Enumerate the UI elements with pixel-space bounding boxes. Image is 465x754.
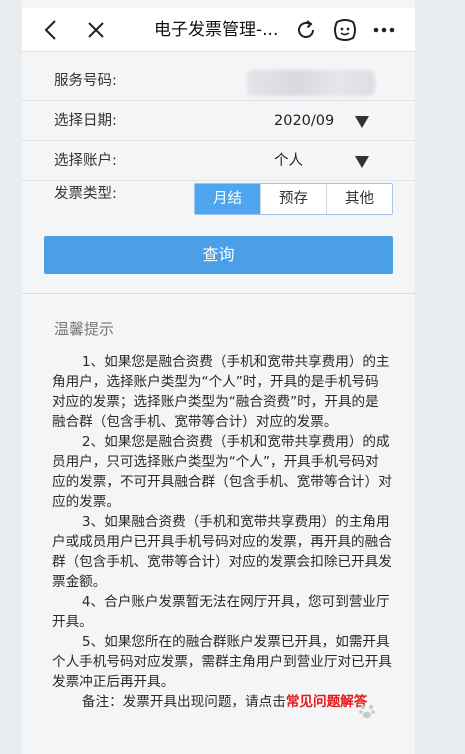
more-button[interactable] (367, 8, 401, 52)
tip-item: 4、合户账户发票暂无法在网厅开具，您可到营业厅开具。 (52, 594, 390, 630)
smile-bubble-icon (334, 19, 356, 41)
invoice-type-monthly[interactable]: 月结 (195, 184, 260, 214)
nav-bar: 电子发票管理-... (22, 8, 415, 52)
account-value[interactable]: 个人 (274, 141, 303, 181)
service-number-row: 服务号码: (22, 61, 415, 101)
section-divider (22, 293, 415, 294)
close-button[interactable] (78, 8, 114, 52)
invoice-type-label: 发票类型: (54, 186, 117, 202)
invoice-type-selector: 月结 预存 其他 (194, 183, 393, 215)
refresh-button[interactable] (290, 8, 322, 52)
tip-item: 3、如果融合资费（手机和宽带共享费用）的主角用户或成员用户已开具手机号码对应的发… (52, 514, 392, 590)
account-row[interactable]: 选择账户: 个人 (22, 141, 415, 181)
service-number-masked (247, 70, 375, 96)
refresh-icon (298, 20, 314, 38)
note-line: 备注：发票开具出现问题，请点击常见问题解答 (52, 692, 392, 712)
chevron-left-icon (44, 20, 56, 40)
app-screen: 电子发票管理-... 服务号码: 选择日期: 2020/09 选择账户: 个人 … (22, 0, 415, 754)
mini-program-button[interactable] (328, 8, 362, 52)
tip-item: 1、如果您是融合资费（手机和宽带共享费用）的主角用户，选择账户类型为“个人”时，… (52, 354, 390, 430)
more-dots-icon (373, 27, 395, 33)
dropdown-arrow-icon[interactable] (354, 115, 370, 129)
watermark (358, 702, 376, 720)
tip-item: 2、如果您是融合资费（手机和宽带共享费用）的成员用户，只可选择账户类型为“个人”… (52, 434, 392, 510)
account-label: 选择账户: (54, 153, 117, 169)
faq-link[interactable]: 常见问题解答 (286, 694, 368, 710)
tip-item: 5、如果您所在的融合群账户发票已开具，如需开具个人手机号码对应发票，需群主角用户… (52, 634, 392, 690)
date-row[interactable]: 选择日期: 2020/09 (22, 101, 415, 141)
back-button[interactable] (32, 8, 68, 52)
tips-title: 温馨提示 (54, 320, 115, 338)
invoice-type-prepaid[interactable]: 预存 (260, 184, 326, 214)
tips-list: 1、如果您是融合资费（手机和宽带共享费用）的主角用户，选择账户类型为“个人”时，… (52, 352, 392, 712)
note-prefix: 备注：发票开具出现问题，请点击 (81, 694, 286, 710)
query-button[interactable]: 查询 (44, 236, 393, 274)
service-number-label: 服务号码: (54, 73, 117, 89)
dropdown-arrow-icon[interactable] (354, 155, 370, 169)
paw-icon (359, 705, 375, 719)
date-value[interactable]: 2020/09 (274, 101, 334, 141)
page-title: 电子发票管理-... (154, 20, 279, 40)
invoice-type-other[interactable]: 其他 (326, 184, 392, 214)
close-icon (88, 22, 104, 38)
date-label: 选择日期: (54, 113, 117, 129)
